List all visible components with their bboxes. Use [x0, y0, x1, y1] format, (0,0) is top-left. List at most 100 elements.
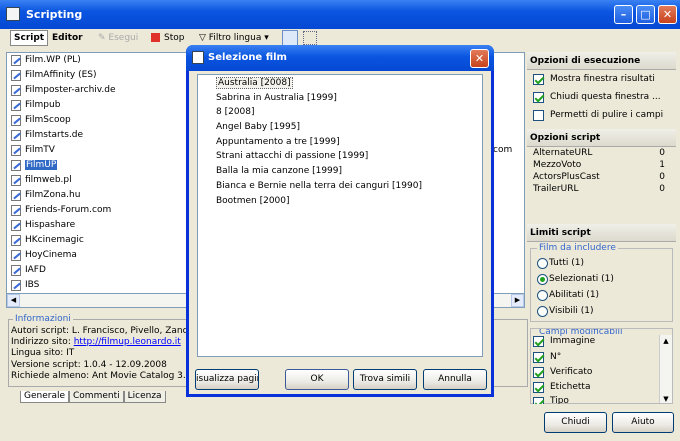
run-button[interactable]: ✎ Esegui: [98, 30, 138, 47]
script-name: IAFD: [25, 265, 46, 275]
script-file-icon: [11, 280, 21, 291]
close-button[interactable]: Chiudi: [544, 412, 607, 433]
film-list-item[interactable]: Australia [2008]: [198, 76, 482, 91]
field-verified-label: Verificato: [550, 367, 593, 377]
run-label: Esegui: [108, 33, 139, 43]
film-title: Balla la mia canzone [1999]: [216, 166, 343, 177]
radio-visible[interactable]: [537, 306, 548, 317]
info-site-label: Indirizzo sito:: [11, 337, 74, 348]
site-link[interactable]: http://filmup.leonardo.it: [74, 337, 181, 347]
filter-label: Filtro lingua: [208, 33, 262, 43]
film-list-item[interactable]: Appuntamento a tre [1999]: [198, 135, 482, 150]
grid-view-icon[interactable]: [303, 31, 317, 45]
window-title: Scripting: [26, 8, 83, 21]
script-file-icon: [11, 265, 21, 276]
script-name: Friends-Forum.com: [25, 205, 112, 215]
clear-fields-checkbox[interactable]: [533, 110, 544, 121]
right-panel: Opzioni di esecuzione Mostra finestra ri…: [527, 52, 676, 404]
options-header: Opzioni di esecuzione: [527, 52, 676, 70]
close-window-checkbox[interactable]: [533, 92, 544, 103]
view-page-button[interactable]: isualizza pagin: [195, 369, 259, 390]
script-file-icon: [11, 145, 21, 156]
film-selection-dialog: Selezione film ✕ Australia [2008] Sabrina…: [186, 45, 494, 397]
chevron-down-icon: ▾: [261, 33, 269, 43]
clear-fields-label: Permetti di pulire i campi: [550, 110, 664, 120]
film-title: Appuntamento a tre [1999]: [216, 136, 340, 147]
fields-scrollbar[interactable]: ▲ ▼: [659, 335, 672, 403]
film-title: Australia [2008]: [216, 77, 293, 89]
dialog-close-icon[interactable]: ✕: [470, 49, 489, 68]
script-file-icon: [11, 85, 21, 96]
maximize-button[interactable]: □: [636, 5, 655, 24]
tab-licenza[interactable]: Licenza: [123, 391, 166, 403]
script-option-row[interactable]: ActorsPlusCast 0: [533, 172, 673, 182]
script-option-row[interactable]: TrailerURL 0: [533, 184, 673, 194]
script-file-icon: [11, 205, 21, 216]
script-option-row[interactable]: MezzoVoto 1: [533, 160, 673, 170]
field-image-label: Immagine: [550, 336, 596, 346]
script-option-row[interactable]: AlternateURL 0: [533, 148, 673, 158]
title-bar: Scripting – □ ✕: [0, 0, 680, 29]
tab-editor[interactable]: Editor: [52, 30, 83, 47]
film-list-item[interactable]: Bianca e Bernie nella terra dei canguri …: [198, 179, 482, 194]
show-results-checkbox[interactable]: [533, 74, 544, 85]
option-value: 1: [659, 160, 665, 170]
field-verified-checkbox[interactable]: [533, 367, 544, 378]
option-value: 0: [659, 184, 665, 194]
film-list[interactable]: Australia [2008] Sabrina in Australia [19…: [197, 74, 483, 357]
scroll-down-icon[interactable]: ▼: [660, 393, 672, 403]
field-number-label: N°: [550, 352, 562, 362]
script-name: FilmUP: [25, 160, 58, 170]
film-list-item[interactable]: Sabrina in Australia [1999]: [198, 91, 482, 106]
find-similar-button[interactable]: Trova simili: [353, 369, 417, 390]
limits-header: Limiti script: [527, 224, 676, 242]
radio-selected[interactable]: [537, 274, 548, 285]
list-right-fragment: com: [493, 145, 513, 155]
help-button[interactable]: Aiuto: [612, 412, 674, 433]
run-icon: ✎: [98, 33, 109, 43]
film-title: Sabrina in Australia [1999]: [216, 92, 337, 103]
app-icon: [6, 7, 20, 21]
film-list-item[interactable]: Strani attacchi di passione [1999]: [198, 149, 482, 164]
film-list-item[interactable]: Bootmen [2000]: [198, 194, 482, 209]
show-results-label: Mostra finestra risultati: [550, 74, 655, 84]
cancel-button[interactable]: Annulla: [423, 369, 487, 390]
stop-label: Stop: [164, 33, 185, 43]
stop-icon: [151, 33, 160, 42]
minimize-button[interactable]: –: [614, 5, 633, 24]
script-name: Film.WP (PL): [25, 55, 81, 65]
field-type-row: Tipo: [530, 396, 658, 404]
radio-all-label: Tutti (1): [549, 258, 585, 268]
info-legend: Informazioni: [13, 314, 73, 324]
radio-all[interactable]: [537, 258, 548, 269]
scroll-up-icon[interactable]: ▲: [660, 335, 672, 347]
script-name: FilmTV: [25, 145, 55, 155]
tab-script[interactable]: Script: [10, 30, 49, 46]
dialog-app-icon: [192, 51, 204, 64]
radio-enabled[interactable]: [537, 290, 548, 301]
field-type-checkbox[interactable]: [533, 397, 544, 404]
field-number-checkbox[interactable]: [533, 352, 544, 363]
option-name: TrailerURL: [533, 184, 579, 194]
stop-button[interactable]: Stop: [151, 30, 184, 47]
film-title: 8 [2008]: [216, 107, 255, 118]
list-view-icon[interactable]: [282, 30, 298, 46]
film-list-item[interactable]: 8 [2008]: [198, 105, 482, 120]
field-label-checkbox[interactable]: [533, 382, 544, 393]
scroll-left-icon[interactable]: ◀: [7, 294, 20, 307]
close-window-label: Chiudi questa finestra ...: [550, 92, 661, 102]
scroll-right-icon[interactable]: ▶: [511, 294, 524, 307]
script-file-icon: [11, 100, 21, 111]
script-name: FilmZona.hu: [25, 190, 81, 200]
bottom-tabs: Generale Commenti Licenza: [20, 391, 166, 403]
tab-generale[interactable]: Generale: [20, 391, 70, 403]
film-title: Strani attacchi di passione [1999]: [216, 151, 369, 162]
film-list-item[interactable]: Balla la mia canzone [1999]: [198, 164, 482, 179]
close-window-button[interactable]: ✕: [658, 5, 677, 24]
include-legend: Film da includere: [537, 243, 618, 253]
field-image-checkbox[interactable]: [533, 336, 544, 347]
script-options-header: Opzioni script: [527, 129, 676, 147]
ok-button[interactable]: OK: [285, 369, 349, 390]
tab-commenti[interactable]: Commenti: [69, 391, 124, 403]
film-list-item[interactable]: Angel Baby [1995]: [198, 120, 482, 135]
